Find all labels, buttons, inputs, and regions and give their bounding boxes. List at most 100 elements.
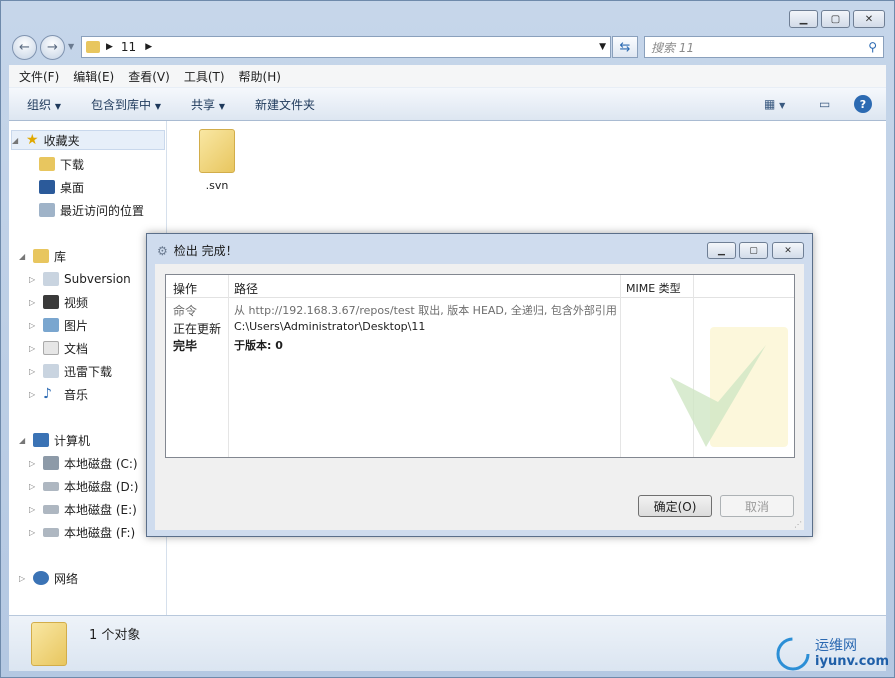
- forward-arrow-icon: →: [47, 40, 58, 55]
- share-label: 共享: [191, 97, 216, 112]
- collapsed-arrow-icon[interactable]: ▷: [29, 505, 38, 514]
- refresh-icon: ⇆: [619, 39, 631, 55]
- organize-label: 组织: [27, 97, 52, 112]
- resize-grip-icon[interactable]: ⋰: [794, 520, 802, 529]
- nav-drive-f[interactable]: ▷ 本地磁盘 (F:): [29, 522, 135, 542]
- file-item[interactable]: .svn: [194, 129, 240, 192]
- dialog-close-button[interactable]: ✕: [772, 242, 804, 259]
- view-options-icon[interactable]: ▦ ▼: [764, 97, 785, 111]
- search-icon[interactable]: ⚲: [868, 40, 877, 54]
- nav-drive-c[interactable]: ▷ 本地磁盘 (C:): [29, 453, 138, 473]
- nav-computer[interactable]: ◢ 计算机: [19, 430, 90, 450]
- nav-favorites[interactable]: ◢ ★ 收藏夹: [11, 130, 165, 150]
- brand-url: iyunv.com: [815, 653, 889, 669]
- nav-drive-e[interactable]: ▷ 本地磁盘 (E:): [29, 499, 137, 519]
- menu-tools[interactable]: 工具(T): [184, 68, 225, 85]
- include-library-button[interactable]: 包含到库中 ▼: [91, 96, 161, 113]
- help-icon[interactable]: ?: [854, 95, 872, 113]
- cancel-button[interactable]: 取消: [720, 495, 794, 517]
- dialog-titlebar: ⚙ 检出 完成！: [157, 242, 238, 259]
- star-icon: ★: [26, 132, 39, 148]
- menu-file[interactable]: 文件(F): [19, 68, 59, 85]
- details-pane: 1 个对象: [9, 615, 886, 671]
- breadcrumb-folder[interactable]: 11: [121, 40, 136, 54]
- brand-name: 运维网: [815, 638, 858, 655]
- nav-label: 库: [54, 249, 67, 264]
- collapsed-arrow-icon[interactable]: ▷: [29, 528, 38, 537]
- maximize-button[interactable]: ▢: [821, 10, 850, 28]
- header-action[interactable]: 操作: [173, 280, 197, 297]
- site-watermark: 运维网 iyunv.com: [775, 636, 889, 672]
- nav-desktop[interactable]: 桌面: [39, 177, 84, 197]
- nav-drive-d[interactable]: ▷ 本地磁盘 (D:): [29, 476, 138, 496]
- download-folder-icon: [43, 364, 59, 378]
- close-button[interactable]: ✕: [853, 10, 885, 28]
- expanded-arrow-icon[interactable]: ◢: [19, 436, 28, 445]
- navigation-pane: ◢ ★ 收藏夹 下载 桌面 最近访问的位置 ◢ 库 ▷ Subversion ▷…: [9, 121, 167, 615]
- nav-documents[interactable]: ▷ 文档: [29, 338, 88, 358]
- breadcrumb-separator-icon[interactable]: ▶: [106, 42, 113, 52]
- refresh-button[interactable]: ⇆: [612, 36, 638, 58]
- nav-subversion[interactable]: ▷ Subversion: [29, 269, 131, 289]
- menu-view[interactable]: 查看(V): [128, 68, 170, 85]
- dialog-maximize-button[interactable]: ▢: [739, 242, 768, 259]
- nav-label: 视频: [64, 295, 89, 310]
- folder-icon: [199, 129, 235, 173]
- expanded-arrow-icon[interactable]: ◢: [19, 252, 28, 261]
- expanded-arrow-icon[interactable]: ◢: [12, 136, 21, 145]
- collapsed-arrow-icon[interactable]: ▷: [29, 344, 38, 353]
- close-icon: ✕: [864, 13, 874, 25]
- collapsed-arrow-icon[interactable]: ▷: [29, 298, 38, 307]
- collapsed-arrow-icon[interactable]: ▷: [29, 390, 38, 399]
- nav-recent[interactable]: 最近访问的位置: [39, 200, 144, 220]
- brand-logo-icon: [776, 637, 810, 671]
- row-path: 从 http://192.168.3.67/repos/test 取出, 版本 …: [234, 304, 617, 317]
- header-mime[interactable]: MIME 类型: [626, 280, 681, 296]
- new-folder-button[interactable]: 新建文件夹: [255, 96, 315, 113]
- collapsed-arrow-icon[interactable]: ▷: [29, 459, 38, 468]
- row-action: 命令: [173, 304, 198, 318]
- checkmark-watermark-icon: [670, 327, 788, 447]
- collapsed-arrow-icon[interactable]: ▷: [29, 321, 38, 330]
- forward-button[interactable]: →: [40, 35, 65, 60]
- nav-label: 音乐: [64, 387, 89, 402]
- ok-button[interactable]: 确定(O): [638, 495, 712, 517]
- titlebar: ▁ ▢ ✕: [1, 1, 894, 33]
- nav-libraries[interactable]: ◢ 库: [19, 246, 66, 266]
- menu-edit[interactable]: 编辑(E): [73, 68, 114, 85]
- share-button[interactable]: 共享 ▼: [191, 96, 225, 113]
- nav-network[interactable]: ▷ 网络: [19, 568, 78, 588]
- history-dropdown-icon[interactable]: ▼: [68, 42, 74, 51]
- back-button[interactable]: ←: [12, 35, 37, 60]
- minimize-button[interactable]: ▁: [789, 10, 818, 28]
- dialog-minimize-button[interactable]: ▁: [707, 242, 736, 259]
- nav-videos[interactable]: ▷ 视频: [29, 292, 88, 312]
- preview-pane-icon[interactable]: ▭: [819, 97, 830, 111]
- minimize-icon: ▁: [799, 13, 808, 25]
- nav-thunder[interactable]: ▷ 迅雷下载: [29, 361, 112, 381]
- header-path[interactable]: 路径: [234, 280, 258, 297]
- breadcrumb-chevron-icon[interactable]: ▶: [145, 42, 152, 52]
- collapsed-arrow-icon[interactable]: ▷: [29, 367, 38, 376]
- column-separator: [620, 275, 621, 457]
- nav-label: 收藏夹: [43, 133, 80, 148]
- address-dropdown-icon[interactable]: ▼: [599, 42, 606, 52]
- menu-help[interactable]: 帮助(H): [239, 68, 281, 85]
- row-action: 完毕: [173, 339, 198, 353]
- nav-label: Subversion: [64, 272, 131, 286]
- close-icon: ✕: [784, 245, 792, 256]
- nav-pictures[interactable]: ▷ 图片: [29, 315, 88, 335]
- collapsed-arrow-icon[interactable]: ▷: [19, 574, 28, 583]
- desktop-icon: [39, 180, 55, 194]
- organize-button[interactable]: 组织 ▼: [27, 96, 61, 113]
- results-list[interactable]: 操作 路径 MIME 类型 命令 从 http://192.168.3.67/r…: [165, 274, 795, 458]
- collapsed-arrow-icon[interactable]: ▷: [29, 482, 38, 491]
- nav-music[interactable]: ▷ ♪ 音乐: [29, 384, 88, 404]
- address-bar[interactable]: ▶ 11 ▶ ▼: [81, 36, 611, 58]
- nav-downloads[interactable]: 下载: [39, 154, 84, 174]
- chevron-down-icon: ▼: [54, 101, 61, 111]
- include-library-label: 包含到库中: [91, 97, 152, 112]
- collapsed-arrow-icon[interactable]: ▷: [29, 275, 38, 284]
- search-input[interactable]: 搜索 11 ⚲: [644, 36, 884, 58]
- dialog-title: 检出 完成！: [173, 244, 238, 258]
